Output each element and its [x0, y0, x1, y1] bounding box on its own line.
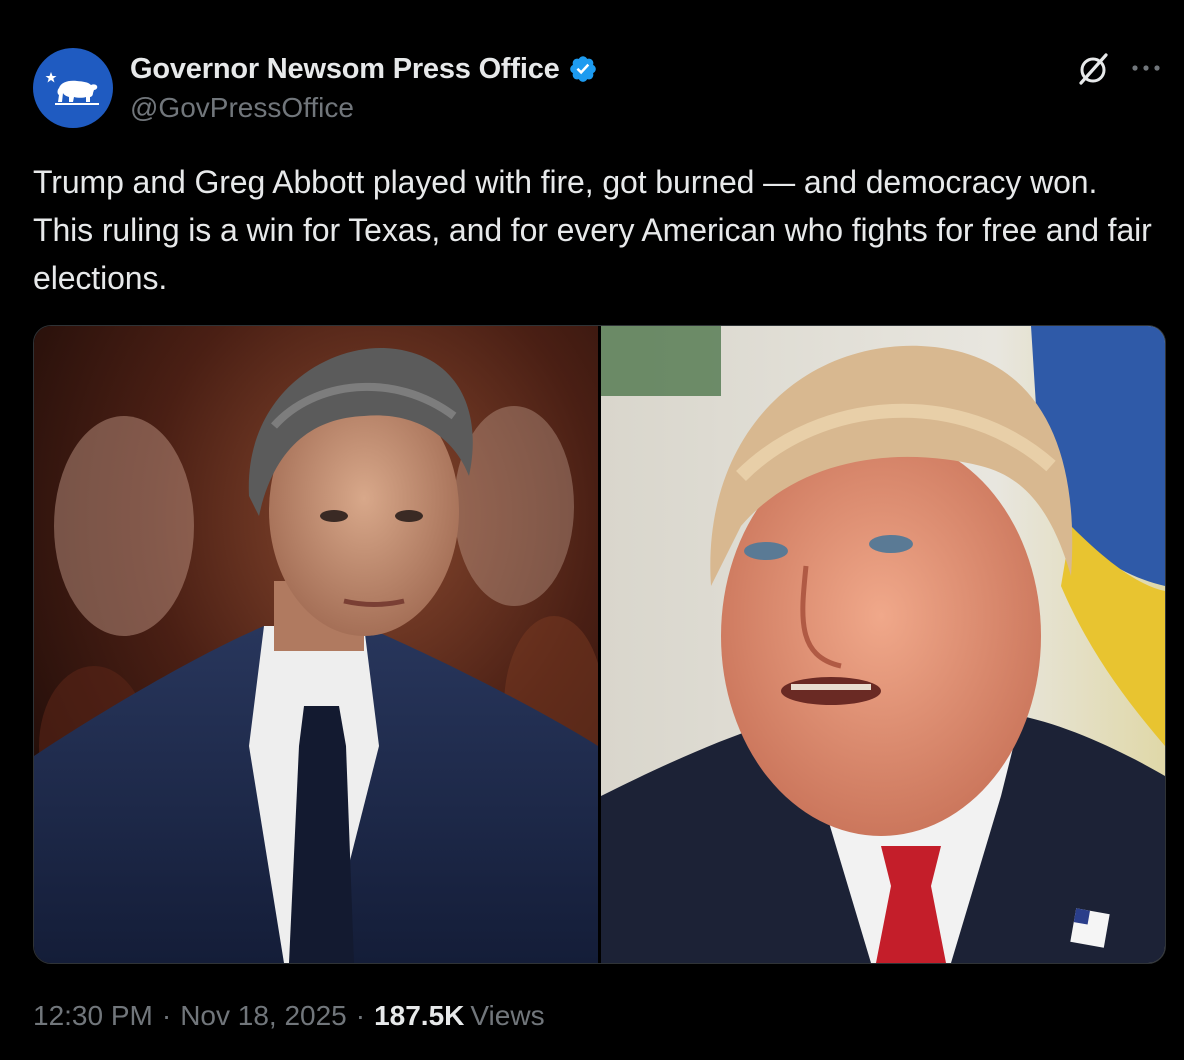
tweet-text: Trump and Greg Abbott played with fire, …	[33, 164, 1152, 296]
meta-separator: ·	[355, 1000, 366, 1031]
photo-newsom-image	[34, 326, 598, 963]
photo-trump[interactable]	[601, 326, 1165, 963]
meta-separator: ·	[161, 1000, 172, 1031]
grok-icon[interactable]	[1076, 52, 1110, 86]
avatar[interactable]	[33, 48, 113, 128]
photo-trump-image	[601, 326, 1165, 963]
author-handle[interactable]: @GovPressOffice	[130, 92, 354, 124]
tweet-time[interactable]: 12:30 PM	[33, 1000, 153, 1032]
tweet-date[interactable]: Nov 18, 2025	[180, 1000, 347, 1032]
author-name-row[interactable]: Governor Newsom Press Office	[130, 52, 598, 86]
verified-badge-icon[interactable]	[568, 54, 598, 84]
media-grid	[33, 325, 1166, 964]
display-name[interactable]: Governor Newsom Press Office	[130, 53, 560, 86]
views-count[interactable]: 187.5K	[374, 1000, 464, 1032]
views-label: Views	[470, 1000, 545, 1031]
tweet-meta: 12:30 PM · Nov 18, 2025 · 187.5K Views	[33, 1000, 545, 1032]
photo-newsom[interactable]	[34, 326, 598, 963]
more-options-icon[interactable]	[1130, 54, 1162, 82]
california-bear-icon	[45, 72, 99, 105]
tweet[interactable]: Governor Newsom Press Office @GovPressOf…	[0, 0, 1184, 1060]
